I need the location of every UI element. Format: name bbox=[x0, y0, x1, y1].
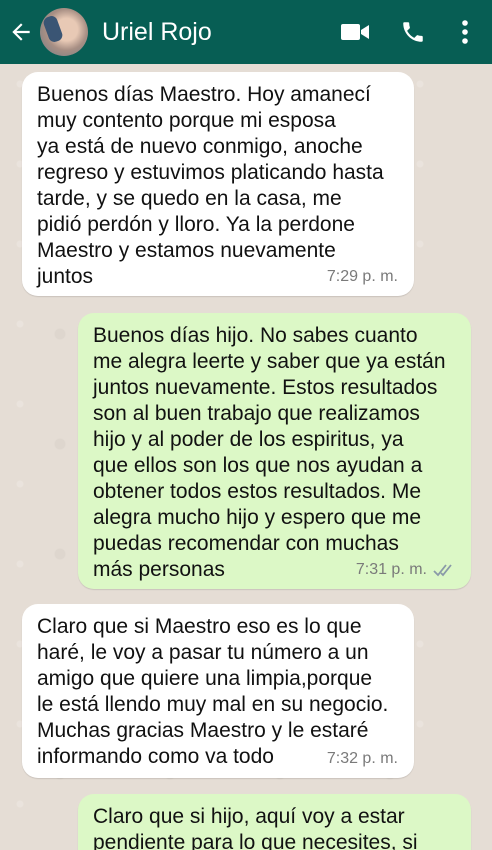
message-text: Buenos días hijo. No sabes cuanto me ale… bbox=[93, 324, 446, 581]
phone-icon bbox=[403, 22, 423, 42]
message-time: 7:29 p. m. bbox=[326, 268, 398, 285]
message-time: 7:32 p. m. bbox=[326, 750, 398, 767]
chat-header: Uriel Rojo bbox=[0, 0, 492, 64]
back-arrow-icon bbox=[12, 23, 30, 41]
message-list[interactable]: Buenos días Maestro. Hoy amanecí muy con… bbox=[0, 64, 492, 850]
message-bubble-outgoing[interactable]: Buenos días hijo. No sabes cuanto me ale… bbox=[78, 313, 471, 589]
message-bubble-incoming[interactable]: Buenos días Maestro. Hoy amanecí muy con… bbox=[22, 72, 414, 296]
contact-name[interactable]: Uriel Rojo bbox=[102, 18, 326, 47]
voice-call-button[interactable] bbox=[384, 0, 442, 64]
message-bubble-incoming[interactable]: Claro que si Maestro eso es lo que haré,… bbox=[22, 604, 414, 778]
more-vert-icon bbox=[462, 20, 468, 44]
read-receipt-icon bbox=[433, 563, 455, 577]
avatar[interactable] bbox=[40, 8, 88, 56]
back-button[interactable] bbox=[2, 0, 40, 64]
message-meta: 7:32 p. m. bbox=[327, 746, 398, 772]
video-call-button[interactable] bbox=[326, 0, 384, 64]
video-call-icon bbox=[341, 24, 369, 40]
message-text: Claro que si hijo, aquí voy a estar pend… bbox=[93, 805, 418, 850]
message-text: Buenos días Maestro. Hoy amanecí muy con… bbox=[37, 83, 384, 288]
message-time: 7:31 p. m. bbox=[355, 561, 427, 578]
message-bubble-outgoing[interactable]: Claro que si hijo, aquí voy a estar pend… bbox=[78, 794, 471, 850]
message-meta: 7:29 p. m. bbox=[327, 264, 398, 290]
message-meta: 7:31 p. m. bbox=[356, 557, 455, 583]
more-options-button[interactable] bbox=[442, 0, 488, 64]
